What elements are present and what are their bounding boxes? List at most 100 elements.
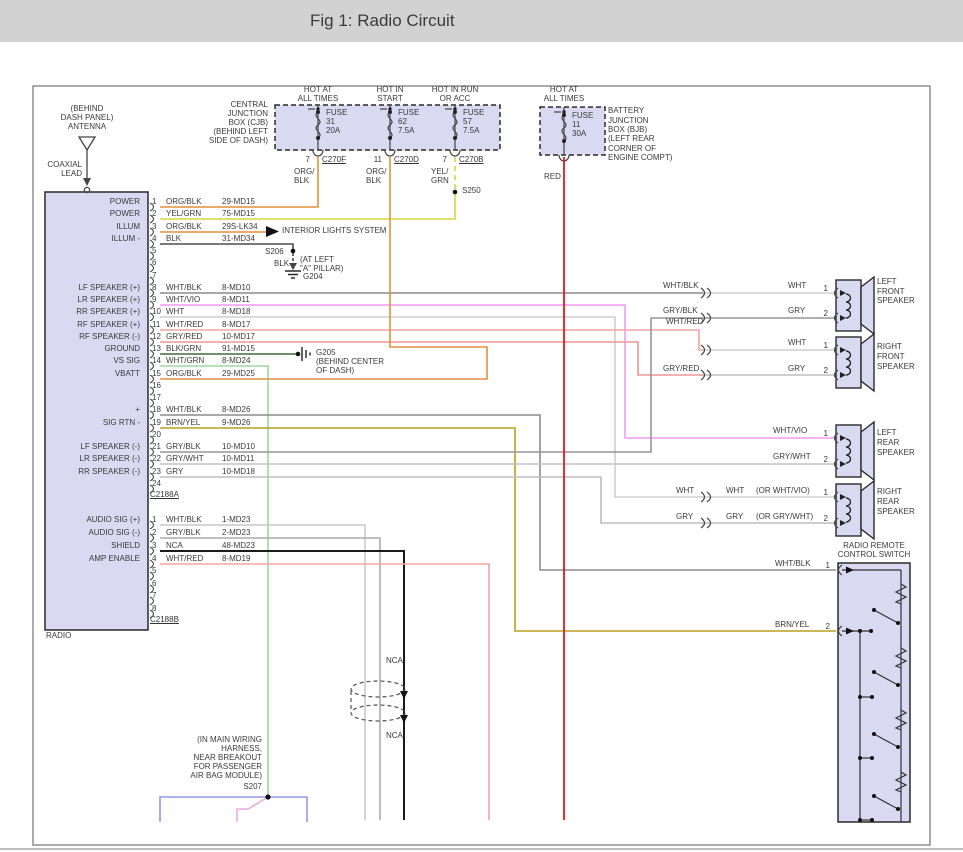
label-radio-pins_a-7-k: 8-MD10 xyxy=(222,283,250,292)
label-radio-pins_a-21-f: LR SPEAKER (-) xyxy=(45,454,140,463)
label-cjb-fuses-0-w1: ORG/ xyxy=(294,167,314,176)
label-radio-pins_a-20-f: LF SPEAKER (-) xyxy=(45,442,140,451)
label-cjb-fuses-0-conn[interactable]: C270F xyxy=(322,155,346,164)
label-radio-pins_a-1-f: POWER xyxy=(45,209,140,218)
label-radio-pins_a-8-f: LR SPEAKER (+) xyxy=(45,295,140,304)
label-radio-pins_a-11-n: 12 xyxy=(152,332,161,341)
label-radio-pins_a-9-f: RR SPEAKER (+) xyxy=(45,307,140,316)
label-antenna-lead1: COAXIAL xyxy=(40,160,82,169)
label-grounds-g205_note1: (BEHIND CENTER xyxy=(316,357,384,366)
label-cjb-name_lines-0: CENTRAL xyxy=(178,100,268,109)
label-radio-pins_a-8-k: 8-MD11 xyxy=(222,295,250,304)
label-speakers-2-name1: LEFT xyxy=(877,428,897,437)
label-grounds-g204: G204 xyxy=(303,272,323,281)
wiring-diagram-page: Fig 1: Radio Circuit xyxy=(0,0,963,852)
label-wire_labels-rf2r: GRY xyxy=(788,364,805,373)
label-radio-pins_a-20-c: GRY/BLK xyxy=(166,442,201,451)
label-speakers-1-name2: FRONT xyxy=(877,352,905,361)
label-radio-pins_a-22-f: RR SPEAKER (-) xyxy=(45,467,140,476)
label-radio-pins_a-0-n: 1 xyxy=(152,197,156,206)
label-bjb-wire: RED xyxy=(544,172,561,181)
label-radio-pins_a-0-c: ORG/BLK xyxy=(166,197,202,206)
label-radio-pins_a-14-f: VBATT xyxy=(45,369,140,378)
label-radio-pins_b-2-n: 3 xyxy=(152,541,156,550)
label-radio-pins_a-13-k: 8-MD24 xyxy=(222,356,250,365)
label-harness-note_lines-3: FOR PASSENGER xyxy=(162,762,262,771)
label-radio-pins_a-6-n: 7 xyxy=(152,271,156,280)
label-cjb-fuses-1-w2: BLK xyxy=(366,176,381,185)
label-radio-pins_a-8-n: 9 xyxy=(152,295,156,304)
label-speakers-0-p1: 1 xyxy=(818,284,828,293)
label-cjb-name_lines-4: SIDE OF DASH) xyxy=(178,136,268,145)
label-radio-pins_a-12-n: 13 xyxy=(152,344,161,353)
label-speakers-3-name3: SPEAKER xyxy=(877,507,915,516)
label-radio-pins_a-17-c: WHT/BLK xyxy=(166,405,202,414)
label-radio-pins_a-10-n: 11 xyxy=(152,320,160,329)
label-bjb-fuse-l3: 30A xyxy=(572,129,586,138)
rrcs-box xyxy=(838,563,910,822)
label-cjb-fuses-2-conn[interactable]: C270B xyxy=(459,155,483,164)
label-radio-conn_a[interactable]: C2188A xyxy=(150,490,179,499)
label-radio-pins_b-5-n: 6 xyxy=(152,579,156,588)
label-antenna-note1: (BEHIND xyxy=(57,104,117,113)
label-radio-pins_a-2-f: ILLUM xyxy=(45,222,140,231)
label-radio-pins_a-12-f: GROUND xyxy=(45,344,140,353)
label-wire_labels-lr2: GRY/WHT xyxy=(773,452,811,461)
label-grounds-g205: G205 xyxy=(316,348,336,357)
label-radio-pins_b-3-n: 4 xyxy=(152,554,156,563)
label-bjb-name_lines-2: BOX (BJB) xyxy=(608,125,647,134)
label-wire_labels-rr1a: WHT xyxy=(676,486,694,495)
label-harness-note_lines-0: (IN MAIN WIRING xyxy=(162,735,262,744)
label-radio-pins_b-7-n: 8 xyxy=(152,604,156,613)
label-radio-pins_b-2-f: SHIELD xyxy=(45,541,140,550)
label-bjb-name_lines-0: BATTERY xyxy=(608,106,644,115)
label-radio-pins_b-2-k: 48-MD23 xyxy=(222,541,255,550)
label-bjb-name_lines-3: (LEFT REAR xyxy=(608,134,655,143)
label-radio-pins_a-3-f: ILLUM - xyxy=(45,234,140,243)
label-radio-pins_a-16-n: 17 xyxy=(152,393,161,402)
label-radio-pins_a-10-f: RF SPEAKER (+) xyxy=(45,320,140,329)
label-rrcs-p1: 1 xyxy=(820,561,830,570)
label-radio-pins_b-0-k: 1-MD23 xyxy=(222,515,250,524)
label-cjb-fuses-1-conn[interactable]: C270D xyxy=(394,155,419,164)
label-radio-pins_a-1-n: 2 xyxy=(152,209,156,218)
label-radio-conn_b[interactable]: C2188B xyxy=(150,615,179,624)
label-radio-pins_a-14-c: ORG/BLK xyxy=(166,369,202,378)
label-wire_labels-rr2c: (OR GRY/WHT) xyxy=(756,512,813,521)
label-radio-pins_a-3-c: BLK xyxy=(166,234,181,243)
label-cjb-fuses-2-hot2: OR ACC xyxy=(415,94,495,103)
label-speakers-2-name3: SPEAKER xyxy=(877,448,915,457)
label-cjb-fuses-1-l2: 62 xyxy=(398,117,407,126)
label-bjb-hot2: ALL TIMES xyxy=(524,94,604,103)
label-speakers-3-p1: 1 xyxy=(818,488,828,497)
label-grounds-s206: S206 xyxy=(265,247,284,256)
label-cjb-fuses-0-l2: 31 xyxy=(326,117,335,126)
label-speakers-0-name2: FRONT xyxy=(877,287,905,296)
label-speakers-3-name1: RIGHT xyxy=(877,487,902,496)
label-wire_labels-lf2r: GRY xyxy=(788,306,805,315)
label-radio-pins_a-15-n: 16 xyxy=(152,381,161,390)
label-radio-pins_a-19-n: 20 xyxy=(152,430,161,439)
label-cjb-fuses-2-pin: 7 xyxy=(421,155,447,164)
label-cjb-fuses-0-l1: FUSE xyxy=(326,108,347,117)
left-rear-speaker-icon xyxy=(836,422,874,480)
label-cjb-fuses-2-l3: 7.5A xyxy=(463,126,479,135)
label-cjb-fuses-1-w1: ORG/ xyxy=(366,167,386,176)
label-wire_labels-lf1: WHT/BLK xyxy=(663,281,699,290)
label-bjb-name_lines-4: CORNER OF xyxy=(608,144,656,153)
label-cjb-fuses-2-l2: 57 xyxy=(463,117,472,126)
label-bjb-fuse-l1: FUSE xyxy=(572,111,593,120)
label-radio-pins_a-11-k: 10-MD17 xyxy=(222,332,255,341)
label-radio-pins_a-9-k: 8-MD18 xyxy=(222,307,250,316)
label-harness-splice: S207 xyxy=(222,782,262,791)
label-cjb-fuses-0-l3: 20A xyxy=(326,126,340,135)
label-radio-pins_a-17-k: 8-MD26 xyxy=(222,405,250,414)
label-bjb-fuse-l2: 11 xyxy=(572,120,580,129)
label-rrcs-p2: 2 xyxy=(820,622,830,631)
label-radio-pins_a-1-k: 75-MD15 xyxy=(222,209,255,218)
label-radio-pins_a-3-n: 4 xyxy=(152,234,156,243)
label-radio-pins_a-8-c: WHT/VIO xyxy=(166,295,200,304)
label-radio-pins_b-6-n: 7 xyxy=(152,591,156,600)
label-cjb-name_lines-1: JUNCTION xyxy=(178,109,268,118)
label-cjb-name_lines-3: (BEHIND LEFT xyxy=(178,127,268,136)
